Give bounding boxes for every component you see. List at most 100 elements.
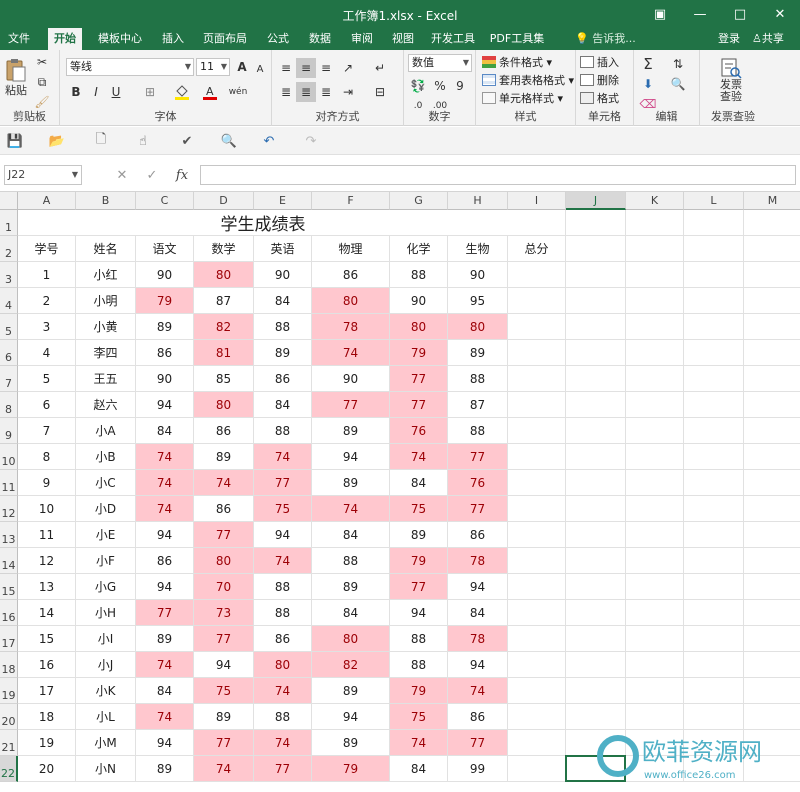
total-cell[interactable] xyxy=(508,314,566,340)
phonetic-guide-button[interactable]: wén xyxy=(228,82,248,102)
score-cell[interactable]: 89 xyxy=(254,340,312,366)
font-color-icon[interactable]: A xyxy=(200,82,220,102)
score-cell[interactable]: 94 xyxy=(136,730,194,756)
score-cell[interactable]: 89 xyxy=(136,756,194,782)
paste-button[interactable]: 粘贴 xyxy=(2,54,30,102)
cell[interactable] xyxy=(566,340,626,366)
cell[interactable] xyxy=(744,522,800,548)
cell[interactable] xyxy=(684,652,744,678)
score-cell[interactable]: 89 xyxy=(312,470,390,496)
id-cell[interactable]: 1 xyxy=(18,262,76,288)
score-cell[interactable]: 84 xyxy=(136,418,194,444)
cell[interactable] xyxy=(626,496,684,522)
invoice-check-button[interactable]: 发票 查验 xyxy=(708,54,754,106)
name-cell[interactable]: 小明 xyxy=(76,288,136,314)
autosum-icon[interactable]: Σ xyxy=(638,54,658,74)
row-header[interactable]: 2 xyxy=(0,236,18,262)
score-cell[interactable]: 78 xyxy=(312,314,390,340)
total-cell[interactable] xyxy=(508,548,566,574)
cell[interactable] xyxy=(566,418,626,444)
column-header[interactable]: A xyxy=(18,192,76,210)
score-cell[interactable]: 88 xyxy=(254,574,312,600)
total-cell[interactable] xyxy=(508,678,566,704)
cell[interactable] xyxy=(566,496,626,522)
id-cell[interactable]: 15 xyxy=(18,626,76,652)
enter-formula-button[interactable]: ✓ xyxy=(142,166,162,184)
total-cell[interactable] xyxy=(508,444,566,470)
header-cell[interactable]: 化学 xyxy=(390,236,448,262)
name-cell[interactable]: 小M xyxy=(76,730,136,756)
score-cell[interactable]: 80 xyxy=(448,314,508,340)
tab-3[interactable]: 插入 xyxy=(158,28,188,50)
cell[interactable] xyxy=(626,470,684,496)
score-cell[interactable]: 74 xyxy=(136,652,194,678)
cell[interactable] xyxy=(744,314,800,340)
row-header[interactable]: 12 xyxy=(0,496,18,522)
cell[interactable] xyxy=(626,678,684,704)
formula-input[interactable] xyxy=(200,165,796,185)
cell[interactable] xyxy=(684,678,744,704)
cell[interactable] xyxy=(566,652,626,678)
score-cell[interactable]: 84 xyxy=(136,678,194,704)
id-cell[interactable]: 8 xyxy=(18,444,76,470)
header-cell[interactable]: 总分 xyxy=(508,236,566,262)
score-cell[interactable]: 77 xyxy=(390,366,448,392)
cell[interactable] xyxy=(684,366,744,392)
touch-mode-icon[interactable]: ☝ xyxy=(132,131,154,151)
spelling-check-icon[interactable]: ✔ xyxy=(176,131,198,151)
column-header[interactable]: K xyxy=(626,192,684,210)
header-cell[interactable]: 学号 xyxy=(18,236,76,262)
comma-style-button[interactable]: 9 xyxy=(450,76,470,96)
score-cell[interactable]: 82 xyxy=(194,314,254,340)
tab-9[interactable]: 开发工具 xyxy=(428,28,478,50)
cell[interactable] xyxy=(626,444,684,470)
currency-icon[interactable]: 💱 xyxy=(408,76,428,96)
name-cell[interactable]: 小H xyxy=(76,600,136,626)
cell[interactable] xyxy=(626,314,684,340)
score-cell[interactable]: 77 xyxy=(312,392,390,418)
score-cell[interactable]: 84 xyxy=(390,756,448,782)
name-cell[interactable]: 小黄 xyxy=(76,314,136,340)
name-box[interactable]: J22 ▼ xyxy=(4,165,82,185)
cell[interactable] xyxy=(508,210,566,236)
score-cell[interactable]: 94 xyxy=(448,574,508,600)
score-cell[interactable]: 87 xyxy=(448,392,508,418)
id-cell[interactable]: 20 xyxy=(18,756,76,782)
score-cell[interactable]: 86 xyxy=(254,366,312,392)
cell[interactable] xyxy=(626,210,684,236)
bold-button[interactable]: B xyxy=(66,82,86,102)
cell[interactable] xyxy=(566,522,626,548)
score-cell[interactable]: 79 xyxy=(136,288,194,314)
score-cell[interactable]: 74 xyxy=(390,730,448,756)
row-header[interactable]: 17 xyxy=(0,626,18,652)
score-cell[interactable]: 77 xyxy=(194,522,254,548)
total-cell[interactable] xyxy=(508,704,566,730)
cell[interactable] xyxy=(744,210,800,236)
column-header[interactable]: H xyxy=(448,192,508,210)
score-cell[interactable]: 74 xyxy=(136,444,194,470)
score-cell[interactable]: 86 xyxy=(448,522,508,548)
row-header[interactable]: 7 xyxy=(0,366,18,392)
score-cell[interactable]: 90 xyxy=(390,288,448,314)
cell[interactable] xyxy=(684,210,744,236)
score-cell[interactable]: 75 xyxy=(390,496,448,522)
score-cell[interactable]: 78 xyxy=(448,626,508,652)
score-cell[interactable]: 75 xyxy=(254,496,312,522)
tell-me-search[interactable]: 💡 告诉我... xyxy=(575,28,636,50)
new-document-icon[interactable]: 🗋 xyxy=(90,131,112,151)
score-cell[interactable]: 94 xyxy=(312,704,390,730)
score-cell[interactable]: 74 xyxy=(254,444,312,470)
score-cell[interactable]: 86 xyxy=(312,262,390,288)
cell[interactable] xyxy=(566,210,626,236)
header-cell[interactable]: 语文 xyxy=(136,236,194,262)
total-cell[interactable] xyxy=(508,288,566,314)
cell[interactable] xyxy=(684,236,744,262)
score-cell[interactable]: 88 xyxy=(390,652,448,678)
score-cell[interactable]: 77 xyxy=(448,730,508,756)
fill-color-icon[interactable] xyxy=(172,82,192,102)
insert-cells-button[interactable]: 插入 xyxy=(580,54,619,72)
cell[interactable] xyxy=(684,392,744,418)
total-cell[interactable] xyxy=(508,392,566,418)
total-cell[interactable] xyxy=(508,574,566,600)
cell[interactable] xyxy=(744,288,800,314)
